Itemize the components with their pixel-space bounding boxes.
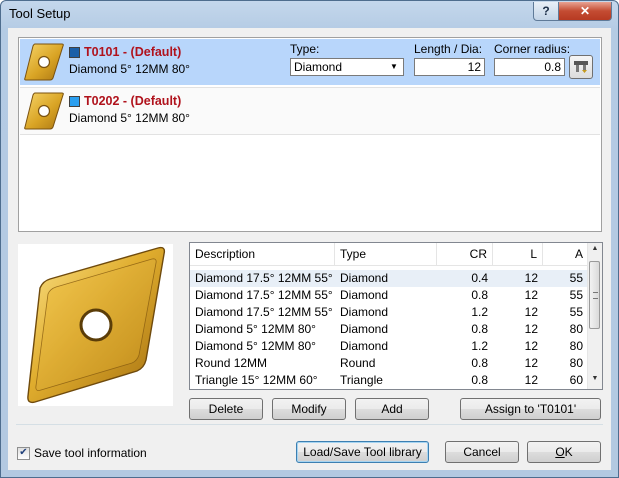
save-tool-info-checkbox[interactable]: ✔ Save tool information xyxy=(17,446,147,460)
cell-type: Diamond xyxy=(340,339,389,353)
table-row[interactable]: Diamond 17.5° 12MM 55° Diamond 1.2 12 55 xyxy=(190,304,588,321)
type-select[interactable]: Diamond ▼ xyxy=(290,58,404,76)
cell-type: Diamond xyxy=(340,271,389,285)
tool-description: Diamond 5° 12MM 80° xyxy=(69,62,190,76)
ok-label-rest: K xyxy=(564,445,573,459)
cell-cr: 1.2 xyxy=(471,305,488,319)
tool-name: T0101 - (Default) xyxy=(84,45,182,59)
cell-a: 55 xyxy=(569,271,583,285)
column-header-cr[interactable]: CR xyxy=(437,243,493,265)
modify-button[interactable]: Modify xyxy=(272,398,346,420)
cell-l: 12 xyxy=(524,339,538,353)
save-tool-info-label: Save tool information xyxy=(34,446,147,460)
cell-cr: 1.2 xyxy=(471,339,488,353)
ok-mnemonic: O xyxy=(555,445,565,459)
cell-description: Diamond 17.5° 12MM 55° xyxy=(195,288,333,302)
cell-a: 55 xyxy=(569,305,583,319)
cell-l: 12 xyxy=(524,322,538,336)
tool-list[interactable]: T0101 - (Default) Diamond 5° 12MM 80° Ty… xyxy=(18,37,602,232)
tool-description: Diamond 5° 12MM 80° xyxy=(69,111,190,125)
window-title: Tool Setup xyxy=(9,6,71,21)
assign-button[interactable]: Assign to 'T0101' xyxy=(460,398,601,420)
cell-description: Triangle 15° 12MM 60° xyxy=(195,373,318,387)
diamond-insert-icon xyxy=(24,43,64,81)
close-button[interactable]: ✕ xyxy=(558,2,612,21)
ok-button[interactable]: OK xyxy=(527,441,601,463)
cell-a: 80 xyxy=(569,339,583,353)
length-label: Length / Dia: xyxy=(414,42,483,56)
title-bar[interactable]: Tool Setup ? ✕ xyxy=(1,1,618,26)
table-row[interactable]: Triangle 15° 12MM 60° Triangle 0.8 12 60 xyxy=(190,372,588,389)
divider xyxy=(16,424,603,425)
cell-description: Round 12MM xyxy=(195,356,268,370)
chevron-down-icon[interactable]: ▼ xyxy=(387,60,401,74)
table-row[interactable]: Diamond 17.5° 12MM 55° Diamond 0.8 12 55 xyxy=(190,287,588,304)
tool-row-t0101[interactable]: T0101 - (Default) Diamond 5° 12MM 80° Ty… xyxy=(20,39,600,85)
cell-cr: 0.8 xyxy=(471,356,488,370)
delete-button[interactable]: Delete xyxy=(189,398,263,420)
cancel-button[interactable]: Cancel xyxy=(445,441,519,463)
tool-name: T0202 - (Default) xyxy=(84,94,182,108)
cell-type: Triangle xyxy=(340,373,383,387)
tool-row-t0202[interactable]: T0202 - (Default) Diamond 5° 12MM 80° xyxy=(20,87,600,135)
tool-holder-icon xyxy=(574,61,588,73)
tool-properties-button[interactable] xyxy=(569,55,593,79)
add-button[interactable]: Add xyxy=(355,398,429,420)
table-row[interactable]: Diamond 5° 12MM 80° Diamond 1.2 12 80 xyxy=(190,338,588,355)
cell-cr: 0.8 xyxy=(471,288,488,302)
table-row[interactable]: Diamond 17.5° 12MM 55° Diamond 0.4 12 55 xyxy=(190,270,588,287)
checkmark-icon[interactable]: ✔ xyxy=(17,446,30,460)
cell-description: Diamond 5° 12MM 80° xyxy=(195,322,316,336)
tool-color-swatch[interactable] xyxy=(69,96,80,107)
load-save-library-button[interactable]: Load/Save Tool library xyxy=(296,441,429,463)
scroll-up-arrow-icon[interactable]: ▲ xyxy=(588,245,602,257)
tool-color-swatch[interactable] xyxy=(69,47,80,58)
corner-radius-label: Corner radius: xyxy=(494,42,571,56)
cell-l: 12 xyxy=(524,271,538,285)
table-header: Description Type CR L A xyxy=(190,243,588,266)
cell-description: Diamond 17.5° 12MM 55° xyxy=(195,271,333,285)
scroll-down-arrow-icon[interactable]: ▼ xyxy=(588,375,602,387)
diamond-insert-icon xyxy=(24,92,64,130)
cell-type: Diamond xyxy=(340,322,389,336)
diamond-insert-preview-icon xyxy=(27,246,166,404)
cell-l: 12 xyxy=(524,373,538,387)
cell-a: 55 xyxy=(569,288,583,302)
column-header-description[interactable]: Description xyxy=(190,243,335,265)
help-button[interactable]: ? xyxy=(533,2,559,21)
type-label: Type: xyxy=(290,42,320,56)
vertical-scrollbar[interactable]: ▲ ▼ xyxy=(587,243,602,389)
cell-a: 80 xyxy=(569,322,583,336)
column-header-a[interactable]: A xyxy=(543,243,588,265)
cell-l: 12 xyxy=(524,356,538,370)
cell-description: Diamond 17.5° 12MM 55° xyxy=(195,305,333,319)
tool-setup-window: Tool Setup ? ✕ T0101 - (Default) Diamond… xyxy=(0,0,619,478)
cell-description: Diamond 5° 12MM 80° xyxy=(195,339,316,353)
cell-type: Diamond xyxy=(340,288,389,302)
cell-cr: 0.8 xyxy=(471,373,488,387)
table-row[interactable]: Round 12MM Round 0.8 12 80 xyxy=(190,355,588,372)
cell-a: 80 xyxy=(569,356,583,370)
column-header-type[interactable]: Type xyxy=(335,243,437,265)
insert-preview xyxy=(18,244,173,406)
length-input[interactable] xyxy=(414,58,485,76)
table-row[interactable]: Diamond 5° 12MM 80° Diamond 0.8 12 80 xyxy=(190,321,588,338)
cell-cr: 0.4 xyxy=(471,271,488,285)
grip-icon xyxy=(593,292,598,299)
tool-library-table[interactable]: Description Type CR L A Diamond 17.5° 12… xyxy=(189,242,603,390)
cell-type: Round xyxy=(340,356,376,370)
cell-a: 60 xyxy=(569,373,583,387)
corner-radius-input[interactable] xyxy=(494,58,565,76)
cell-type: Diamond xyxy=(340,305,389,319)
cell-cr: 0.8 xyxy=(471,322,488,336)
scrollbar-thumb[interactable] xyxy=(589,261,600,329)
cell-l: 12 xyxy=(524,288,538,302)
dialog-body: T0101 - (Default) Diamond 5° 12MM 80° Ty… xyxy=(8,28,611,470)
type-select-value: Diamond xyxy=(294,60,343,74)
column-header-l[interactable]: L xyxy=(493,243,543,265)
cell-l: 12 xyxy=(524,305,538,319)
